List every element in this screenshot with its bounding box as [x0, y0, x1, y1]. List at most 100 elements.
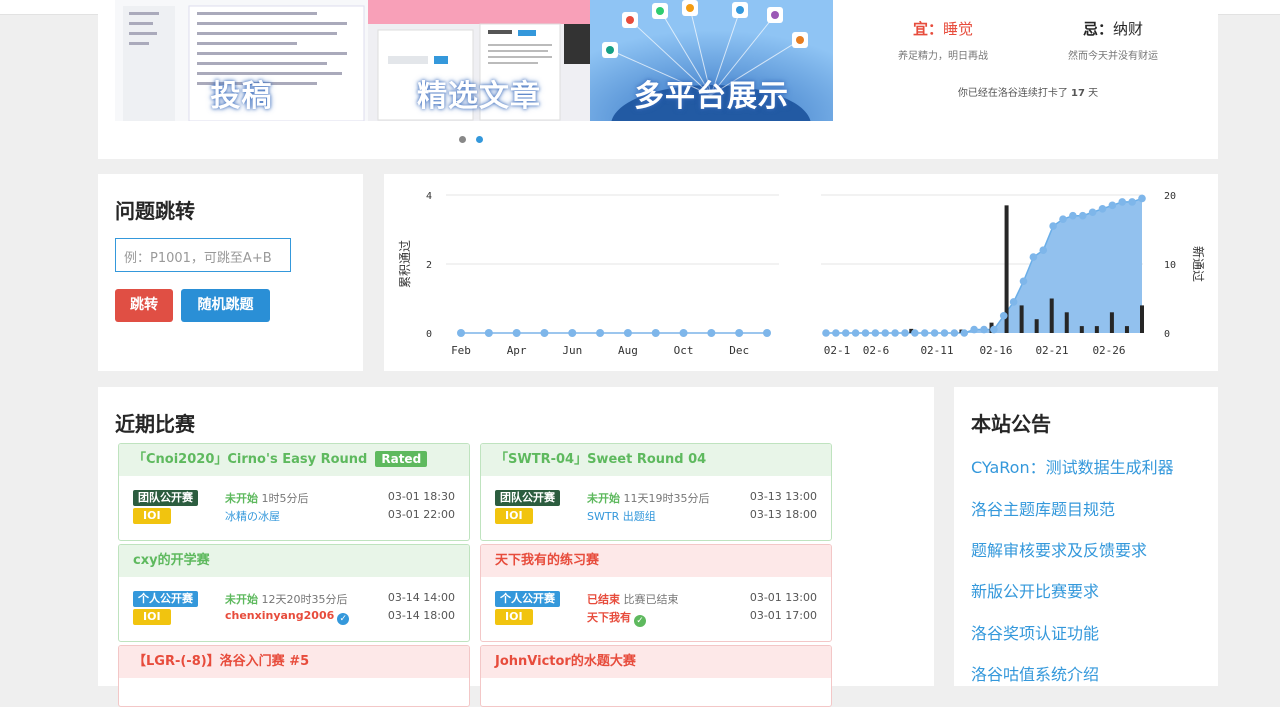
recent-contests-card: 近期比赛 「Cnoi2020」Cirno's Easy Round Rated 团…: [98, 387, 934, 707]
chart2-ytick: 10: [1164, 260, 1176, 271]
streak-days: 17: [1071, 88, 1085, 99]
chart2-point: [841, 329, 850, 337]
contest-start-time: 03-01 13:00: [749, 591, 817, 604]
problem-id-input[interactable]: 例：P1001，可跳至A+B: [115, 238, 291, 272]
chart2-point: [911, 329, 919, 337]
daily-fortune: 宜：睡觉 养足精力，明日再战 忌：纳财 然而今天并没有财运 你已经在洛谷连续打卡…: [858, 0, 1198, 121]
contest-card[interactable]: 【LGR-(-8)】洛谷入门赛 #5: [118, 645, 470, 707]
contest-end-time: 03-01 17:00: [749, 609, 817, 622]
contest-mode-tag: IOI: [495, 609, 533, 625]
contest-title[interactable]: 「Cnoi2020」Cirno's Easy Round: [133, 452, 367, 467]
contest-card[interactable]: 「SWTR-04」Sweet Round 04 团队公开赛 IOI 未开始 11…: [480, 443, 832, 541]
chart2-point: [1059, 215, 1067, 223]
announcement-link[interactable]: CYaRon：测试数据生成利器: [971, 454, 1174, 478]
chart2-point: [1009, 298, 1018, 306]
chart2-point: [990, 325, 998, 334]
contest-card[interactable]: cxy的开学赛 个人公开赛 IOI 未开始 12天20时35分后 chenxin…: [118, 544, 470, 642]
chart1-point: [568, 329, 577, 337]
contest-title[interactable]: 天下我有的练习赛: [495, 553, 599, 568]
chart1-ytick: 0: [426, 329, 432, 340]
chart2-point: [950, 329, 959, 337]
chart2-point: [832, 329, 840, 337]
contest-title[interactable]: JohnVictor的水题大赛: [495, 654, 636, 669]
contest-end-time: 03-13 18:00: [749, 508, 817, 521]
announcement-link[interactable]: 题解审核要求及反馈要求: [971, 537, 1147, 561]
announcement-link[interactable]: 洛谷奖项认证功能: [971, 620, 1099, 644]
contest-status: 未开始 12天20时35分后: [225, 593, 348, 606]
carousel-indicators: [459, 128, 493, 147]
chart2-bar: [1034, 319, 1039, 333]
chart2-point: [891, 329, 899, 337]
chart2-xtick: 02-1: [824, 344, 851, 357]
fortune-good-label: 宜: [912, 20, 928, 38]
announcement-link[interactable]: 洛谷主题库题目规范: [971, 496, 1115, 520]
chart2-point: [1039, 246, 1048, 254]
chart1-ytick: 4: [426, 191, 432, 202]
announcement-link[interactable]: 新版公开比赛要求: [971, 578, 1099, 602]
chart2-cumulative-area: [826, 198, 1142, 333]
contest-host-link[interactable]: 冰精の冰屋: [225, 508, 280, 524]
carousel-dot-active[interactable]: [476, 136, 483, 143]
chart2-point: [901, 329, 909, 337]
announcements-title: 本站公告: [971, 412, 1051, 436]
contest-mode-tag: IOI: [495, 508, 533, 524]
chart2-xtick: 02-6: [863, 344, 890, 357]
contest-status: 未开始 1时5分后: [225, 492, 309, 505]
chart2-bar: [1019, 305, 1024, 333]
chart2-point: [1088, 208, 1097, 217]
contest-title[interactable]: cxy的开学赛: [133, 553, 210, 568]
contest-title[interactable]: 「SWTR-04」Sweet Round 04: [495, 452, 706, 467]
fortune-bad-desc: 然而今天并没有财运: [1068, 51, 1158, 62]
contest-end-time: 03-14 18:00: [387, 609, 455, 622]
fortune-good: 宜：睡觉 养足精力，明日再战: [858, 18, 1028, 62]
slide-multiplatform[interactable]: 多平台展示: [590, 0, 833, 121]
contest-type-tag: 个人公开赛: [133, 591, 198, 607]
chart2-point: [1128, 198, 1136, 206]
chart2-point: [999, 311, 1008, 320]
chart2-point: [1138, 194, 1146, 203]
fortune-bad-label: 忌: [1082, 20, 1098, 38]
contest-host-link[interactable]: chenxinyang2006 ✓: [225, 609, 350, 625]
problem-jump-card: 问题跳转 例：P1001，可跳至A+B 跳转 随机跳题: [98, 174, 363, 371]
random-problem-button[interactable]: 随机跳题: [181, 289, 270, 322]
chart2-xtick: 02-16: [979, 344, 1012, 357]
announcements-card: 本站公告 CYaRon：测试数据生成利器 洛谷主题库题目规范 题解审核要求及反馈…: [954, 387, 1218, 686]
contest-card[interactable]: 天下我有的练习赛 个人公开赛 IOI 已结束 比赛已结束 天下我有 ✓ 03-01…: [480, 544, 832, 642]
jump-button[interactable]: 跳转: [115, 289, 173, 322]
carousel[interactable]: 投稿 精选文章 多平台展示: [115, 0, 833, 121]
chart1-xtick: Apr: [507, 344, 527, 357]
contest-card[interactable]: JohnVictor的水题大赛: [480, 645, 832, 707]
slide-submission[interactable]: 投稿: [115, 0, 368, 121]
chart2-point: [930, 329, 939, 337]
contest-host-link[interactable]: SWTR 出题组: [587, 508, 656, 524]
chart2-bar: [1049, 298, 1054, 333]
chart1-xtick: Feb: [451, 344, 471, 357]
contest-status: 已结束 比赛已结束: [587, 593, 679, 606]
pass-statistics-chart: 0 2 4 累积通过 Feb Apr Jun Aug Oct Dec 0 10 20 新通过 02-1 02-…: [384, 174, 1218, 371]
contest-end-time: 03-01 22:00: [387, 508, 455, 521]
chart2-point: [871, 329, 880, 337]
chart1-xtick: Oct: [674, 344, 694, 357]
chart1-point: [679, 329, 688, 337]
chart1-point: [707, 329, 716, 337]
chart1-point: [512, 329, 521, 337]
chart2-bar: [1064, 312, 1069, 333]
chart1-point: [596, 329, 605, 337]
slide-featured-articles[interactable]: 精选文章: [368, 0, 590, 121]
fortune-bad-value: 纳财: [1113, 20, 1144, 38]
slide-caption: 投稿: [210, 79, 273, 114]
chart2-point: [960, 329, 969, 337]
contest-host-link[interactable]: 天下我有 ✓: [587, 609, 646, 627]
contest-type-tag: 团队公开赛: [495, 490, 560, 506]
carousel-dot[interactable]: [459, 136, 466, 143]
contest-status: 未开始 11天19时35分后: [587, 492, 710, 505]
chart1-point: [763, 329, 771, 337]
chart2-ylabel: 新通过: [1191, 246, 1206, 282]
chart2-point: [1108, 201, 1117, 210]
chart-canvas: 0 2 4 累积通过 Feb Apr Jun Aug Oct Dec 0 10 20 新通过 02-1 02-…: [398, 191, 1206, 357]
chart2-point: [1049, 222, 1057, 230]
announcement-link[interactable]: 洛谷咕值系统介绍: [971, 661, 1099, 685]
contest-title[interactable]: 【LGR-(-8)】洛谷入门赛 #5: [133, 654, 309, 669]
contest-card[interactable]: 「Cnoi2020」Cirno's Easy Round Rated 团队公开赛 …: [118, 443, 470, 541]
chart2-point: [970, 325, 978, 334]
